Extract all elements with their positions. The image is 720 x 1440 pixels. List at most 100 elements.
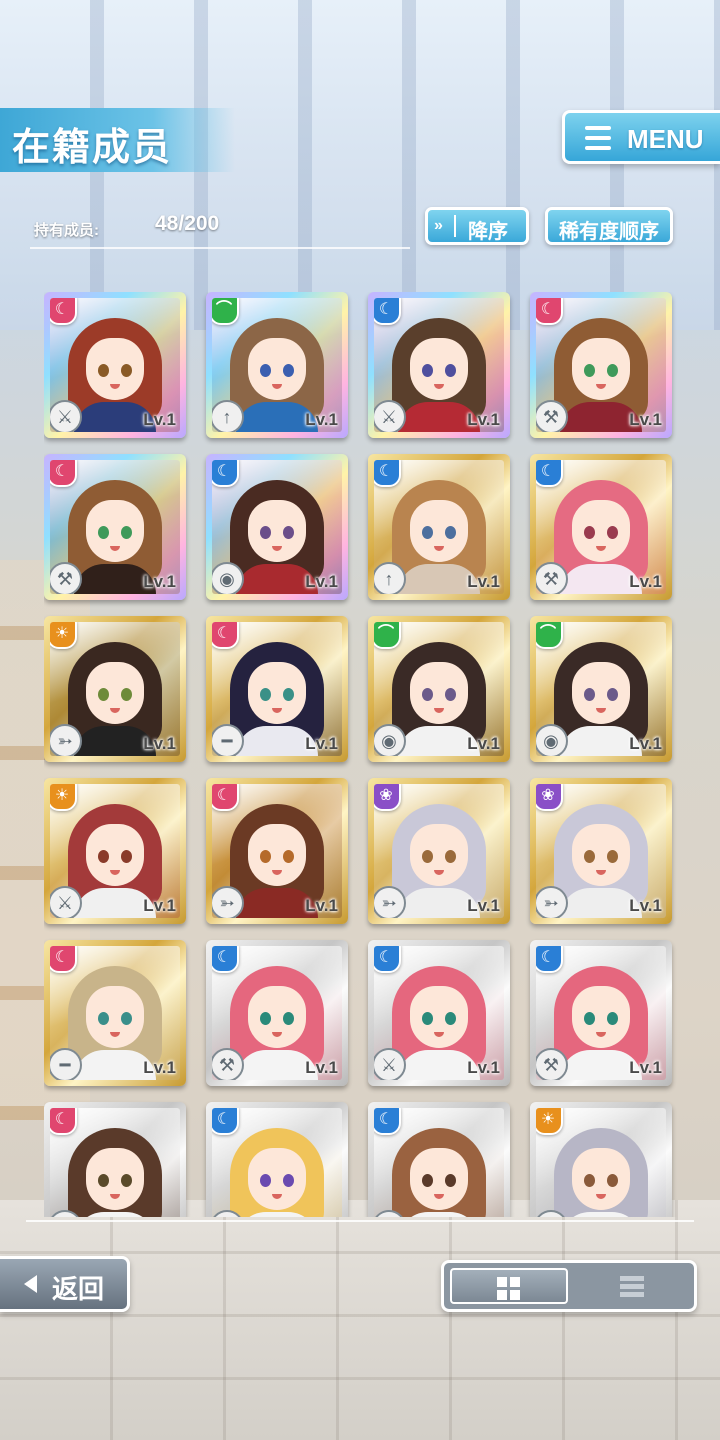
member-portrait: ⌒ ◉ Lv.1 — [374, 622, 504, 756]
member-portrait: ☾ ⚒ Lv.1 — [50, 460, 180, 594]
shield-icon: ◉ — [374, 724, 406, 756]
member-card[interactable]: ⌒ ↑ Lv.1 — [206, 292, 348, 438]
attribute-blue-icon: ☾ — [374, 946, 401, 973]
chevron-down-icon: » — [434, 217, 443, 234]
attribute-purple-icon: ❀ — [374, 784, 401, 811]
member-portrait: ☾ ⚒ Lv.1 — [536, 460, 666, 594]
member-card[interactable]: ☾⚔Lv.1 — [44, 292, 186, 438]
member-card[interactable]: ☾ ⚒ Lv.1 — [530, 940, 672, 1086]
grid-divider — [26, 1220, 694, 1222]
member-card[interactable]: ❀ ➳ Lv.1 — [368, 778, 510, 924]
attribute-pink-icon: ☾ — [50, 460, 77, 487]
level-label: Lv.1 — [305, 572, 338, 591]
attribute-purple-icon: ❀ — [536, 784, 563, 811]
attribute-orange-icon: ☀ — [536, 1108, 563, 1135]
member-portrait: ☾ ━ Lv.1 — [50, 946, 180, 1080]
member-portrait: ❀ ➳ Lv.1 — [374, 784, 504, 918]
member-card[interactable]: ☾ ⚒ Lv.1 — [44, 454, 186, 600]
attribute-green-icon: ⌒ — [536, 622, 563, 649]
bow-icon: ➳ — [536, 886, 568, 918]
level-label: Lv.1 — [143, 896, 176, 915]
member-portrait: ☾ ⚒ Lv.1 — [212, 946, 342, 1080]
member-portrait: ☾⚔Lv.1 — [374, 298, 504, 432]
member-card-grid: ☾ ⚔ Lv.1 ⌒ ↑ Lv.1 ☾ ⚔ Lv.1 ☾ ⚒ Lv.1 ☾ ⚒ Lv.1 ☾ ◉ Lv.1 ☾ ↑ Lv… — [44, 292, 680, 1217]
member-portrait: ☾ ⚒ Lv.1 — [536, 298, 666, 432]
level-label: Lv.1 — [629, 734, 662, 753]
attribute-blue-icon: ☾ — [374, 460, 401, 487]
attribute-blue-icon: ☾ — [536, 946, 563, 973]
attribute-green-icon: ⌒ — [212, 298, 239, 325]
member-card[interactable]: ☾ ➳ Lv.1 — [206, 778, 348, 924]
member-portrait: ❀ ➳ Lv.1 — [536, 784, 666, 918]
back-button[interactable]: 返回 — [0, 1256, 130, 1312]
sword-icon: ⚔ — [374, 1048, 406, 1080]
member-portrait: ☀ ➳ Lv.1 — [50, 622, 180, 756]
member-card[interactable]: ☾⚔Lv.1 — [368, 940, 510, 1086]
member-card[interactable]: ⌒ ◉ Lv.1 — [368, 616, 510, 762]
shield-icon: ◉ — [212, 562, 244, 594]
member-card[interactable]: ❀ ➳ Lv.1 — [530, 778, 672, 924]
header-divider — [30, 247, 410, 249]
hamburger-icon — [585, 126, 611, 150]
member-portrait: ☾⚔Lv.1 — [50, 298, 180, 432]
bow-icon: ➳ — [50, 724, 82, 756]
level-label: Lv.1 — [467, 572, 500, 591]
attribute-blue-icon: ☾ — [374, 1108, 401, 1135]
member-portrait: ⌒ ↑ Lv.1 — [212, 298, 342, 432]
member-card[interactable]: ☾⚔Lv.1 — [44, 1102, 186, 1217]
level-label: Lv.1 — [467, 896, 500, 915]
member-card[interactable]: ☾ ━ Lv.1 — [206, 616, 348, 762]
spear-icon: ↑ — [374, 562, 406, 594]
attribute-blue-icon: ☾ — [212, 460, 239, 487]
bow-icon: ➳ — [212, 886, 244, 918]
hammer-icon: ⚒ — [536, 400, 568, 432]
member-portrait: ☾ ↑ Lv.1 — [374, 460, 504, 594]
member-card[interactable]: ☾ ↑ Lv.1 — [368, 454, 510, 600]
member-card[interactable]: ☾ ━ Lv.1 — [44, 940, 186, 1086]
member-card[interactable]: ☾ ⚒ Lv.1 — [206, 940, 348, 1086]
grid-view-icon — [497, 1277, 521, 1301]
member-card[interactable]: ☾⚔Lv.1 — [368, 1102, 510, 1217]
shield-icon: ◉ — [536, 724, 568, 756]
members-label: 持有成员: — [34, 222, 99, 239]
background-floor — [0, 1200, 720, 1440]
member-portrait: ☾⚔Lv.1 — [50, 1108, 180, 1217]
bow-icon: ➳ — [374, 886, 406, 918]
member-card[interactable]: ☾⚔Lv.1 — [206, 1102, 348, 1217]
sort-rarity-label: 稀有度顺序 — [559, 221, 659, 243]
menu-button[interactable]: MENU — [562, 110, 720, 164]
member-portrait: ☾ ━ Lv.1 — [212, 622, 342, 756]
member-card[interactable]: ☀⚔Lv.1 — [530, 1102, 672, 1217]
member-portrait: ☾⚔Lv.1 — [374, 1108, 504, 1217]
attribute-blue-icon: ☾ — [212, 946, 239, 973]
level-label: Lv.1 — [305, 410, 338, 429]
attribute-pink-icon: ☾ — [50, 946, 77, 973]
member-card[interactable]: ☾⚔Lv.1 — [368, 292, 510, 438]
attribute-pink-icon: ☾ — [50, 298, 77, 325]
level-label: Lv.1 — [305, 734, 338, 753]
sort-order-button[interactable]: » 降序 — [425, 207, 529, 245]
grid-view-button[interactable] — [450, 1268, 568, 1304]
member-portrait: ☾ ⚒ Lv.1 — [536, 946, 666, 1080]
member-portrait: ☾ ➳ Lv.1 — [212, 784, 342, 918]
view-toggle — [441, 1260, 697, 1312]
sort-rarity-button[interactable]: 稀有度顺序 — [545, 207, 673, 245]
attribute-orange-icon: ☀ — [50, 622, 77, 649]
member-portrait: ⌒ ◉ Lv.1 — [536, 622, 666, 756]
member-card[interactable]: ☀ ➳ Lv.1 — [44, 616, 186, 762]
members-count: 48/200 — [155, 212, 220, 235]
member-portrait: ☾⚔Lv.1 — [212, 1108, 342, 1217]
level-label: Lv.1 — [143, 734, 176, 753]
level-label: Lv.1 — [143, 1058, 176, 1077]
member-card[interactable]: ☾ ⚒ Lv.1 — [530, 292, 672, 438]
member-portrait: ☾⚔Lv.1 — [374, 946, 504, 1080]
level-label: Lv.1 — [305, 896, 338, 915]
attribute-pink-icon: ☾ — [536, 298, 563, 325]
member-card[interactable]: ☾ ⚒ Lv.1 — [530, 454, 672, 600]
member-card[interactable]: ☀⚔Lv.1 — [44, 778, 186, 924]
member-card[interactable]: ⌒ ◉ Lv.1 — [530, 616, 672, 762]
list-view-button[interactable] — [572, 1268, 690, 1304]
attribute-blue-icon: ☾ — [374, 298, 401, 325]
member-card[interactable]: ☾ ◉ Lv.1 — [206, 454, 348, 600]
sword-icon: ⚔ — [374, 400, 406, 432]
